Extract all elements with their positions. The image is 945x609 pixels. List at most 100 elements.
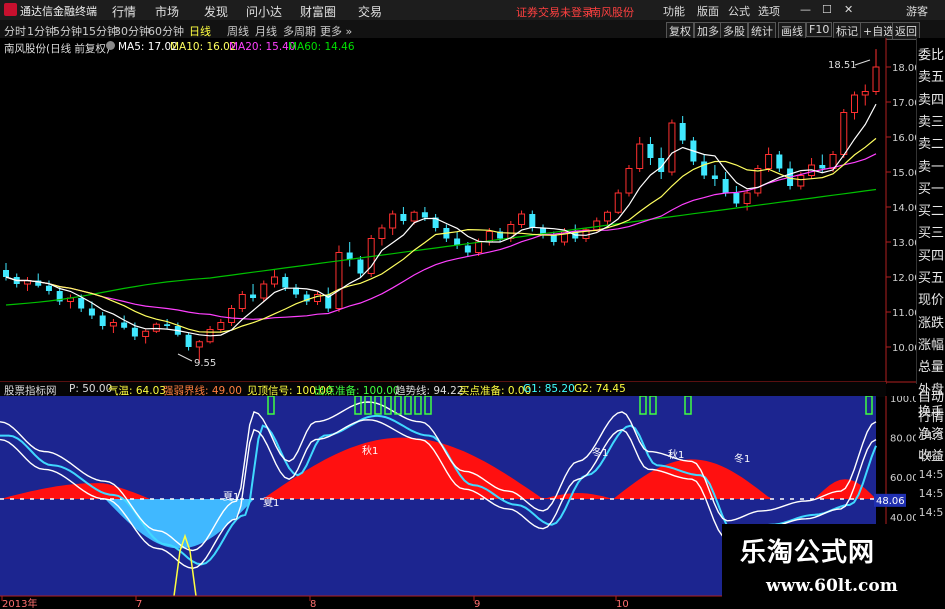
side-label-9: 买四 bbox=[917, 248, 944, 264]
period-tab-1[interactable]: 1分钟 bbox=[27, 23, 56, 39]
candle-body bbox=[378, 227, 386, 239]
candle-body bbox=[754, 168, 762, 194]
side-label-7: 买二 bbox=[917, 204, 944, 220]
menu-wenxiaoda[interactable]: 问小达 bbox=[246, 3, 282, 20]
candle-body bbox=[400, 214, 407, 221]
menu-xuanxiang[interactable]: 选项 bbox=[758, 3, 780, 19]
candle-body bbox=[389, 213, 397, 229]
candle-body bbox=[722, 179, 729, 193]
price-chart-svg: 18.00 17.00 16.00 15.00 14.00 13.00 12.00 11.00… bbox=[0, 38, 916, 384]
period-tab-2[interactable]: 5分钟 bbox=[53, 23, 82, 39]
candle-body bbox=[593, 220, 601, 231]
minimize-icon[interactable]: — bbox=[800, 3, 811, 16]
menu-hangqing[interactable]: 行情 bbox=[112, 3, 136, 20]
ind-current-value: 48.06 bbox=[876, 496, 905, 507]
side-label-1: 卖五 bbox=[917, 70, 944, 86]
candle-body bbox=[131, 327, 138, 337]
ma10-label: MA10: 16.02 bbox=[170, 41, 237, 53]
candle-body bbox=[282, 277, 289, 288]
price-axis-label: 18.00 bbox=[892, 63, 916, 74]
side-time-1: 14:5 bbox=[918, 449, 944, 462]
side-label-19[interactable]: 自动 bbox=[916, 386, 945, 405]
side-label-4: 卖二 bbox=[917, 137, 944, 153]
season-label: 夏1 bbox=[223, 491, 239, 503]
guest-label[interactable]: 游客 bbox=[906, 3, 928, 19]
period-tab-3[interactable]: 15分钟 bbox=[82, 23, 118, 39]
login-warning[interactable]: 证券交易未登录 bbox=[516, 4, 593, 20]
menu-jiaoyi[interactable]: 交易 bbox=[358, 3, 382, 20]
candle-body bbox=[872, 66, 880, 92]
candle-body bbox=[679, 123, 686, 141]
candle-body bbox=[840, 112, 848, 155]
date-label: 10 bbox=[616, 599, 629, 609]
side-time-3: 14:5 bbox=[918, 487, 944, 500]
candle-body bbox=[142, 330, 150, 337]
side-label-5: 卖一 bbox=[917, 159, 944, 175]
maximize-icon[interactable]: ☐ bbox=[822, 3, 832, 16]
price-axis-label: 16.00 bbox=[892, 133, 916, 144]
ma10-line bbox=[5, 137, 877, 333]
season-label: 秋1 bbox=[362, 444, 378, 457]
ma60-label: MA60: 14.46 bbox=[288, 41, 355, 53]
ind-axis-label: 100.00 bbox=[890, 396, 916, 405]
low-arrow bbox=[177, 353, 193, 362]
period-tab-8[interactable]: 月线 bbox=[255, 23, 277, 39]
period-tab-7[interactable]: 周线 bbox=[227, 23, 249, 39]
period-tab-6[interactable]: 日线 bbox=[189, 23, 211, 39]
stock-title: 南风股份 bbox=[590, 6, 634, 19]
candle-body bbox=[603, 211, 611, 222]
candle-body bbox=[346, 252, 353, 260]
period-tab-4[interactable]: 30分钟 bbox=[114, 23, 150, 39]
close-icon[interactable]: ✕ bbox=[844, 3, 853, 16]
menu-faxian[interactable]: 发现 bbox=[204, 3, 228, 20]
price-axis-label: 12.00 bbox=[892, 273, 916, 284]
candle-body bbox=[647, 144, 654, 158]
candle-body bbox=[518, 213, 526, 225]
side-label-13: 涨幅 bbox=[917, 337, 944, 353]
season-label: 冬1 bbox=[592, 446, 608, 459]
side-label-11: 现价 bbox=[917, 293, 944, 309]
side-time-2: 14:5 bbox=[918, 468, 944, 481]
menu-caifuquan[interactable]: 财富圈 bbox=[300, 3, 336, 20]
menu-gongneng[interactable]: 功能 bbox=[663, 3, 685, 19]
period-tab-10[interactable]: 更多 » bbox=[320, 23, 352, 39]
menu-gongshi[interactable]: 公式 bbox=[728, 3, 750, 19]
candle-body bbox=[636, 143, 644, 169]
candle-body bbox=[711, 175, 718, 179]
candle-body bbox=[152, 323, 160, 332]
side-label-2: 卖四 bbox=[917, 92, 944, 108]
price-axis-label: 15.00 bbox=[892, 168, 916, 179]
period-tab-5[interactable]: 60分钟 bbox=[148, 23, 184, 39]
candle-body bbox=[743, 192, 751, 204]
candle-body bbox=[614, 192, 622, 213]
high-label: 18.51 bbox=[828, 60, 857, 71]
candle-body bbox=[164, 324, 171, 326]
side-time-4: 14:5 bbox=[918, 506, 944, 519]
period-tab-0[interactable]: 分时 bbox=[4, 23, 26, 39]
candle-body bbox=[357, 259, 364, 274]
side-label-0: 委比 bbox=[917, 48, 944, 63]
candle-body bbox=[861, 91, 869, 96]
date-label: 9 bbox=[474, 599, 480, 609]
menu-banmian[interactable]: 版面 bbox=[697, 3, 719, 19]
price-axis-label: 13.00 bbox=[892, 238, 916, 249]
candle-body bbox=[625, 168, 633, 194]
side-label-20[interactable]: 行情 bbox=[916, 406, 945, 425]
candle-body bbox=[819, 165, 826, 169]
candle-body bbox=[195, 341, 203, 348]
period-tab-9[interactable]: 多周期 bbox=[283, 23, 316, 39]
toolbar-button-5[interactable]: F10 bbox=[806, 22, 833, 37]
candle-body bbox=[851, 94, 859, 113]
candle-body bbox=[185, 334, 192, 347]
watermark: 乐淘公式网 www.60lt.com bbox=[722, 524, 945, 609]
candle-body bbox=[668, 122, 676, 173]
side-label-14: 总量 bbox=[917, 360, 944, 376]
candle-body bbox=[3, 270, 9, 277]
low-label: 9.55 bbox=[194, 358, 216, 369]
ind-g2: G2: 74.45 bbox=[574, 383, 626, 395]
app-name: 通达信金融终端 bbox=[20, 5, 97, 18]
menu-shichang[interactable]: 市场 bbox=[155, 3, 179, 20]
settings-icon[interactable] bbox=[106, 41, 115, 50]
candle-body bbox=[765, 154, 773, 169]
ma60-line bbox=[5, 188, 877, 306]
